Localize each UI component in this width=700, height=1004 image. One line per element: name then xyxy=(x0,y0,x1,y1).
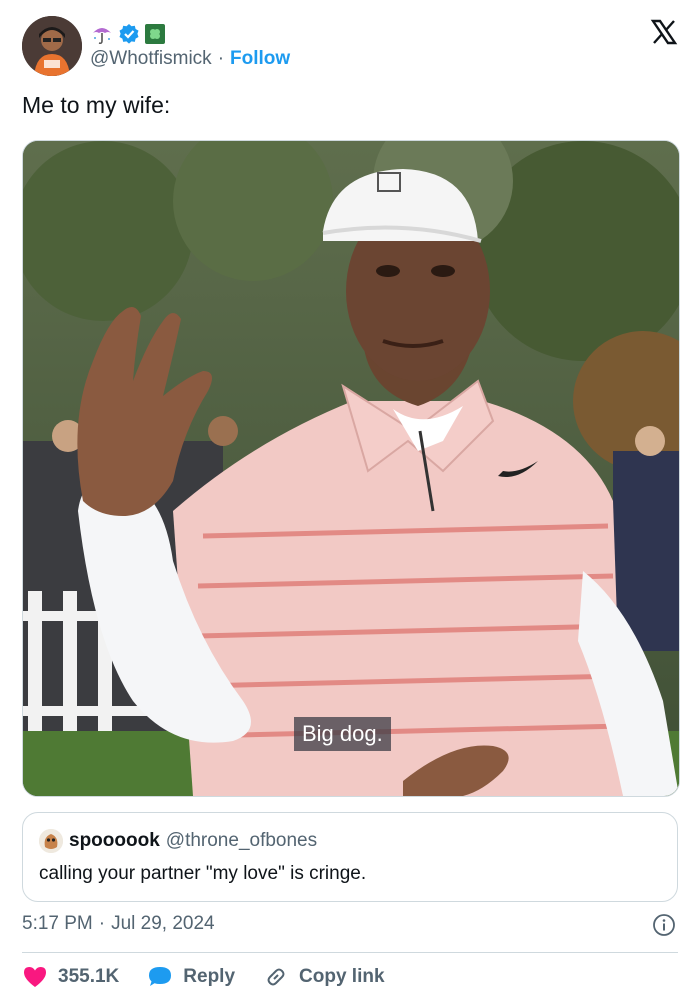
tweet-timestamp[interactable]: 5:17 PM · Jul 29, 2024 xyxy=(22,913,215,935)
separator-dot: · xyxy=(217,48,225,69)
info-icon[interactable] xyxy=(652,913,676,937)
quoted-avatar[interactable] xyxy=(39,829,63,853)
quoted-author-name[interactable]: spoooook xyxy=(69,830,160,852)
like-button[interactable]: 355.1K xyxy=(22,965,119,989)
link-icon xyxy=(267,968,285,986)
x-logo-icon[interactable] xyxy=(650,18,678,46)
quoted-tweet-header: spoooook @throne_ofbones xyxy=(39,829,317,853)
follow-button[interactable]: Follow xyxy=(230,48,290,70)
tweet-card: @Whotfismick · Follow Me to my wife: Big… xyxy=(0,0,700,1004)
avatar[interactable] xyxy=(22,16,82,76)
quoted-tweet-text: calling your partner "my love" is cringe… xyxy=(39,863,367,884)
verified-badge-icon xyxy=(119,24,139,44)
tweet-date: Jul 29, 2024 xyxy=(111,913,215,934)
quoted-tweet[interactable]: spoooook @throne_ofbones calling your pa… xyxy=(22,812,678,902)
like-count: 355.1K xyxy=(58,966,120,987)
tweet-time: 5:17 PM xyxy=(22,913,93,934)
copy-link-label: Copy link xyxy=(299,966,385,987)
heart-icon xyxy=(24,967,46,987)
tweet-text: Me to my wife: xyxy=(22,92,171,118)
reply-button[interactable]: Reply xyxy=(147,965,235,989)
umbrella-emoji-icon xyxy=(93,28,111,45)
action-bar: 355.1K Reply Copy link xyxy=(22,963,413,991)
tweet-media[interactable] xyxy=(22,140,680,797)
timestamp-separator: · xyxy=(98,913,106,934)
author-handle[interactable]: @Whotfismick xyxy=(90,48,212,70)
copy-link-button[interactable]: Copy link xyxy=(263,965,385,989)
divider xyxy=(22,952,678,953)
quoted-author-handle[interactable]: @throne_ofbones xyxy=(166,830,317,852)
handle-row: @Whotfismick · Follow xyxy=(90,48,290,70)
name-row xyxy=(90,22,166,46)
reply-label: Reply xyxy=(183,966,236,987)
media-caption: Big dog. xyxy=(294,717,391,751)
clover-emoji-icon xyxy=(145,24,165,44)
reply-bubble-icon xyxy=(149,967,172,986)
